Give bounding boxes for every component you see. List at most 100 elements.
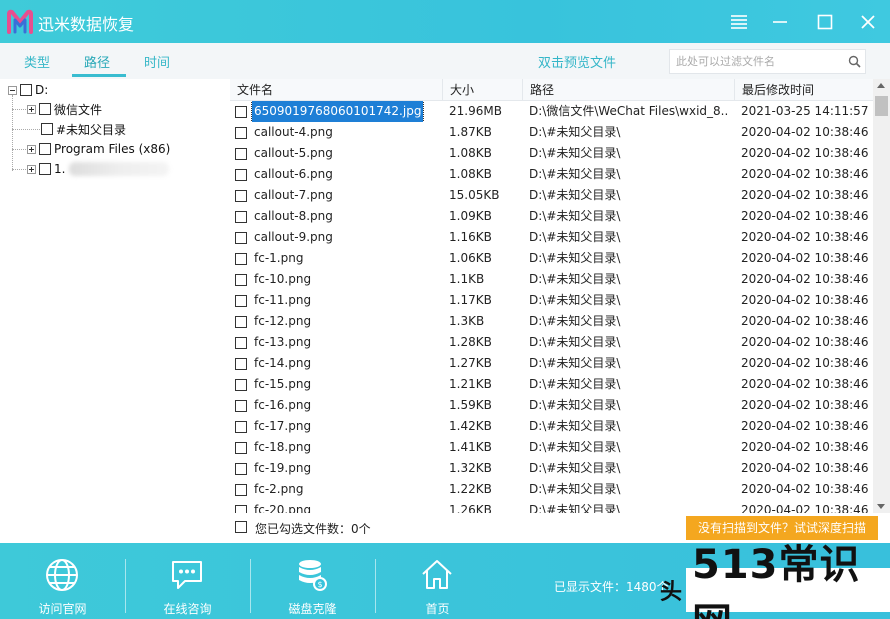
tab-type[interactable]: 类型: [24, 52, 50, 71]
file-name: fc-10.png: [254, 272, 312, 286]
cell-name: callout-5.png: [235, 143, 445, 164]
row-checkbox[interactable]: [235, 126, 247, 139]
close-button[interactable]: [854, 8, 882, 36]
tab-time[interactable]: 时间: [144, 52, 170, 71]
maximize-button[interactable]: [811, 8, 839, 36]
scroll-down-icon[interactable]: [877, 504, 885, 509]
table-row[interactable]: callout-9.png 1.16KB D:\#未知父目录\ 2020-04-02 …: [230, 227, 873, 248]
row-checkbox[interactable]: [235, 210, 247, 223]
tree-checkbox[interactable]: [41, 123, 53, 135]
table-row[interactable]: fc-13.png 1.28KB D:\#未知父目录\ 2020-04-02 10:3…: [230, 332, 873, 353]
checked-count-label: 您已勾选文件数：0个: [255, 522, 371, 536]
table-row[interactable]: fc-10.png 1.1KB D:\#未知父目录\ 2020-04-02 10:38…: [230, 269, 873, 290]
file-modified-time: 2020-04-02 10:38:46: [741, 167, 869, 181]
cell-name: callout-9.png: [235, 227, 445, 248]
table-row[interactable]: fc-2.png 1.22KB D:\#未知父目录\ 2020-04-02 10:38…: [230, 479, 873, 500]
table-row[interactable]: callout-6.png 1.08KB D:\#未知父目录\ 2020-04-02 …: [230, 164, 873, 185]
tree-checkbox[interactable]: [39, 143, 51, 155]
row-checkbox[interactable]: [235, 336, 247, 349]
file-size: 1.22KB: [449, 482, 492, 496]
row-checkbox[interactable]: [235, 294, 247, 307]
table-row[interactable]: fc-15.png 1.21KB D:\#未知父目录\ 2020-04-02 10:3…: [230, 374, 873, 395]
table-row[interactable]: callout-4.png 1.87KB D:\#未知父目录\ 2020-04-02 …: [230, 122, 873, 143]
table-row[interactable]: fc-16.png 1.59KB D:\#未知父目录\ 2020-04-02 10:3…: [230, 395, 873, 416]
row-checkbox[interactable]: [235, 315, 247, 328]
row-checkbox[interactable]: [235, 420, 247, 433]
tree-checkbox[interactable]: [39, 163, 51, 175]
filter-input[interactable]: [670, 50, 840, 73]
row-checkbox[interactable]: [235, 147, 247, 160]
table-row[interactable]: fc-19.png 1.32KB D:\#未知父目录\ 2020-04-02 10:3…: [230, 458, 873, 479]
collapse-icon[interactable]: [8, 85, 17, 95]
column-header-name[interactable]: 文件名: [230, 79, 443, 101]
column-header-time[interactable]: 最后修改时间: [735, 79, 873, 101]
table-row[interactable]: fc-1.png 1.06KB D:\#未知父目录\ 2020-04-02 10:38…: [230, 248, 873, 269]
row-checkbox[interactable]: [235, 399, 247, 412]
table-row[interactable]: fc-17.png 1.42KB D:\#未知父目录\ 2020-04-02 10:3…: [230, 416, 873, 437]
row-checkbox[interactable]: [235, 168, 247, 181]
tree-item-root[interactable]: D:: [8, 80, 48, 100]
row-checkbox[interactable]: [235, 105, 247, 118]
row-checkbox[interactable]: [235, 441, 247, 454]
tree-item-blurred[interactable]: 1.: [27, 159, 170, 179]
online-consult-button[interactable]: 在线咨询: [125, 543, 250, 619]
home-button[interactable]: 首页: [375, 543, 500, 619]
app-logo-icon: [7, 9, 33, 34]
visit-website-button[interactable]: 访问官网: [0, 543, 125, 619]
preview-files-link[interactable]: 双击预览文件: [538, 52, 616, 71]
file-size: 1.09KB: [449, 209, 492, 223]
table-row[interactable]: fc-12.png 1.3KB D:\#未知父目录\ 2020-04-02 10:38…: [230, 311, 873, 332]
row-checkbox[interactable]: [235, 462, 247, 475]
table-row[interactable]: fc-14.png 1.27KB D:\#未知父目录\ 2020-04-02 10:3…: [230, 353, 873, 374]
scrollbar-thumb[interactable]: [875, 96, 888, 116]
file-name: 6509019768060101742.jpg: [250, 101, 425, 122]
search-icon[interactable]: [848, 55, 861, 68]
file-path: D:\#未知父目录\: [529, 293, 621, 307]
file-path: D:\#未知父目录\: [529, 419, 621, 433]
disk-clone-label: 磁盘克隆: [288, 602, 337, 616]
row-checkbox[interactable]: [235, 189, 247, 202]
minimize-button[interactable]: [766, 8, 794, 36]
table-row[interactable]: fc-18.png 1.41KB D:\#未知父目录\ 2020-04-02 10:3…: [230, 437, 873, 458]
tree-item-program-files[interactable]: Program Files (x86): [27, 139, 170, 159]
tree-item-label: Program Files (x86): [54, 142, 171, 156]
row-checkbox[interactable]: [235, 357, 247, 370]
expand-icon[interactable]: [27, 164, 36, 174]
watermark-prefix: 头: [660, 580, 683, 605]
tree-item-unknown-parent[interactable]: #未知父目录: [41, 119, 126, 139]
column-header-path[interactable]: 路径: [523, 79, 735, 101]
row-checkbox[interactable]: [235, 231, 247, 244]
tree-item-label: 微信文件: [54, 102, 103, 117]
file-size: 1.41KB: [449, 440, 492, 454]
tree-checkbox[interactable]: [39, 103, 51, 115]
tree-item-wechat[interactable]: 微信文件: [27, 99, 102, 119]
menu-button[interactable]: [725, 8, 753, 36]
row-checkbox[interactable]: [235, 483, 247, 496]
row-checkbox[interactable]: [235, 504, 247, 513]
table-row[interactable]: callout-5.png 1.08KB D:\#未知父目录\ 2020-04-02 …: [230, 143, 873, 164]
file-size: 1.87KB: [449, 125, 492, 139]
row-checkbox[interactable]: [235, 252, 247, 265]
table-row[interactable]: callout-8.png 1.09KB D:\#未知父目录\ 2020-04-02 …: [230, 206, 873, 227]
table-row[interactable]: fc-20.png 1.26KB D:\#未知父目录\ 2020-04-02 10:3…: [230, 500, 873, 513]
online-consult-label: 在线咨询: [163, 602, 212, 616]
cell-name: fc-2.png: [235, 479, 445, 500]
expand-icon[interactable]: [27, 144, 36, 154]
table-row[interactable]: 6509019768060101742.jpg 21.96MB D:\微信文件\We…: [230, 101, 873, 122]
select-all-checkbox[interactable]: [235, 521, 247, 533]
tree-checkbox[interactable]: [20, 84, 32, 96]
tree-item-label: #未知父目录: [56, 122, 127, 137]
table-row[interactable]: fc-11.png 1.17KB D:\#未知父目录\ 2020-04-02 10:3…: [230, 290, 873, 311]
column-header-size[interactable]: 大小: [443, 79, 523, 101]
table-row[interactable]: callout-7.png 15.05KB D:\#未知父目录\ 2020-04-02…: [230, 185, 873, 206]
cell-name: fc-1.png: [235, 248, 445, 269]
expand-icon[interactable]: [27, 104, 36, 114]
scroll-up-icon[interactable]: [877, 83, 885, 88]
file-size: 1.16KB: [449, 230, 492, 244]
vertical-scrollbar[interactable]: [873, 79, 890, 513]
row-checkbox[interactable]: [235, 273, 247, 286]
disk-clone-button[interactable]: $ 磁盘克隆: [250, 543, 375, 619]
tab-path[interactable]: 路径: [84, 52, 110, 71]
row-checkbox[interactable]: [235, 378, 247, 391]
file-modified-time: 2020-04-02 10:38:46: [741, 209, 869, 223]
